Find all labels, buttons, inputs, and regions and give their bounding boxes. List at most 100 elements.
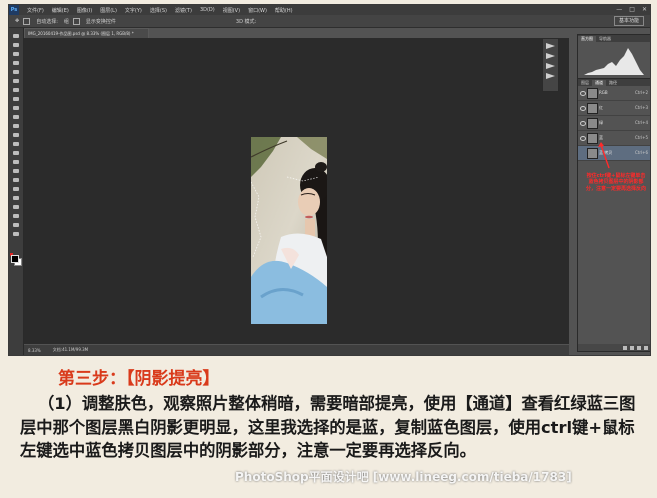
brush-tool-icon[interactable] <box>12 96 20 102</box>
move-tool-icon[interactable] <box>12 33 20 39</box>
save-selection-icon[interactable] <box>630 345 634 350</box>
menu-edit[interactable]: 编辑(E) <box>52 7 69 14</box>
canvas-area[interactable] <box>24 38 569 344</box>
menu-help[interactable]: 帮助(H) <box>275 7 293 14</box>
eraser-tool-icon[interactable] <box>12 123 20 129</box>
marquee-tool-icon[interactable] <box>12 42 20 48</box>
maximize-button[interactable]: □ <box>629 6 635 13</box>
menu-bar: Ps 文件(F) 编辑(E) 图像(I) 图层(L) 文字(Y) 选择(S) 滤… <box>9 5 650 15</box>
close-button[interactable]: ✕ <box>642 6 647 13</box>
foreground-color-swatch[interactable] <box>11 255 19 263</box>
extra-tool-icon[interactable] <box>12 222 20 228</box>
options-bar: ✥ 自动选择: 组 显示变换控件 3D 模式: 基本功能 <box>9 15 650 28</box>
auto-select-checkbox[interactable] <box>23 17 31 25</box>
tab-channels[interactable]: 通道 <box>592 79 606 86</box>
channel-row-blue[interactable]: 蓝 Ctrl+5 <box>578 131 650 146</box>
menu-filter[interactable]: 滤镜(T) <box>175 7 192 14</box>
crop-tool-icon[interactable] <box>12 69 20 75</box>
channel-row-red[interactable]: 红 Ctrl+3 <box>578 101 650 116</box>
blur-tool-icon[interactable] <box>12 141 20 147</box>
red-annotation: 按住ctrl键+鼠标左键单击蓝色拷贝图层中的阴影部分，注意一定要再选择反向 <box>585 173 646 192</box>
portrait-photo <box>251 137 327 324</box>
tab-layers[interactable]: 图层 <box>578 80 592 86</box>
tab-navigator[interactable]: 导航器 <box>596 36 614 42</box>
mode-3d-label: 3D 模式: <box>235 18 257 25</box>
menu-type[interactable]: 文字(Y) <box>125 7 142 14</box>
channel-thumbnail <box>587 88 598 99</box>
healing-tool-icon[interactable] <box>12 87 20 93</box>
auto-select-dropdown[interactable]: 组 <box>64 18 69 25</box>
document-size: 文档:41.1M/99.3M <box>52 347 89 352</box>
visibility-eye-icon[interactable] <box>580 91 586 96</box>
status-bar: 8.33% 文档:41.1M/99.3M <box>24 345 569 355</box>
ps-logo: Ps <box>9 5 19 15</box>
history-panel-icon[interactable] <box>546 43 555 49</box>
play-action-icon[interactable] <box>546 73 555 79</box>
histogram-panel: 直方图 导航器 <box>577 34 650 80</box>
histogram-tabs: 直方图 导航器 <box>578 35 650 42</box>
edit-toolbar-icon[interactable] <box>12 213 20 219</box>
quick-select-tool-icon[interactable] <box>12 60 20 66</box>
load-selection-icon[interactable] <box>623 345 627 350</box>
new-channel-icon[interactable] <box>637 345 641 350</box>
lasso-tool-icon[interactable] <box>12 51 20 57</box>
info-panel-icon[interactable] <box>546 63 555 69</box>
document-tab[interactable]: IMG_20160419-作品图.psd @ 8.33% (图层 1, RGB/… <box>24 28 149 38</box>
gradient-tool-icon[interactable] <box>12 132 20 138</box>
hand-tool-icon[interactable] <box>12 195 20 201</box>
dodge-tool-icon[interactable] <box>12 150 20 156</box>
move-tool-icon[interactable]: ✥ <box>15 18 19 24</box>
workspace-button[interactable]: 基本功能 <box>613 16 644 26</box>
channel-shortcut: Ctrl+4 <box>634 120 648 125</box>
visibility-eye-icon[interactable] <box>580 106 586 111</box>
watermark: PhotoShop平面设计吧 [www.lineeg.com/tieba/178… <box>235 470 572 484</box>
delete-channel-icon[interactable] <box>644 345 648 350</box>
menu-image[interactable]: 图像(I) <box>77 7 92 14</box>
path-select-tool-icon[interactable] <box>12 177 20 183</box>
visibility-eye-icon[interactable] <box>580 121 586 126</box>
menu-view[interactable]: 视图(V) <box>223 7 240 14</box>
history-brush-tool-icon[interactable] <box>12 114 20 120</box>
channels-panel: 图层 通道 路径 RGB Ctrl+2 红 Ctrl+3 绿 Ctrl+4 蓝 … <box>577 78 650 352</box>
annotation-arrow <box>598 142 610 169</box>
stamp-tool-icon[interactable] <box>12 105 20 111</box>
channel-name: 红 <box>599 105 603 110</box>
visibility-eye-icon[interactable] <box>580 136 586 141</box>
panel-dock <box>542 38 559 92</box>
tab-histogram[interactable]: 直方图 <box>578 35 596 42</box>
channel-thumbnail <box>587 103 598 114</box>
channel-name: 绿 <box>599 120 603 125</box>
window-controls: — □ ✕ <box>616 6 647 13</box>
tutorial-text: 第三步：【阴影提亮】 （1）调整肤色，观察照片整体稍暗，需要暗部提亮，使用【通道… <box>20 368 645 463</box>
tab-paths[interactable]: 路径 <box>606 80 620 86</box>
channel-shortcut: Ctrl+5 <box>634 135 648 140</box>
histogram-graph <box>584 48 644 75</box>
show-transform-checkbox[interactable] <box>72 17 80 25</box>
channel-shortcut: Ctrl+3 <box>634 105 648 110</box>
type-tool-icon[interactable] <box>12 168 20 174</box>
minimize-button[interactable]: — <box>616 6 622 13</box>
auto-select-label: 自动选择: <box>36 18 58 25</box>
channel-row-green[interactable]: 绿 Ctrl+4 <box>578 116 650 131</box>
eyedropper-tool-icon[interactable] <box>12 78 20 84</box>
zoom-tool-icon[interactable] <box>12 204 20 210</box>
visibility-eye-icon[interactable] <box>580 151 586 156</box>
menu-select[interactable]: 选择(S) <box>150 7 167 14</box>
step-title: 第三步：【阴影提亮】 <box>58 369 220 389</box>
pen-tool-icon[interactable] <box>12 159 20 165</box>
shape-tool-icon[interactable] <box>12 186 20 192</box>
menu-3d[interactable]: 3D(D) <box>200 7 215 13</box>
step-body: （1）调整肤色，观察照片整体稍暗，需要暗部提亮，使用【通道】查看红绿蓝三图层中那… <box>20 394 636 460</box>
channel-row-blue-copy[interactable]: 蓝 拷贝 Ctrl+6 <box>578 146 650 161</box>
channel-row-rgb[interactable]: RGB Ctrl+2 <box>578 86 650 101</box>
photoshop-screenshot: Ps 文件(F) 编辑(E) 图像(I) 图层(L) 文字(Y) 选择(S) 滤… <box>8 4 651 356</box>
channel-name: RGB <box>599 90 608 95</box>
menu-layer[interactable]: 图层(L) <box>100 7 117 14</box>
zoom-level[interactable]: 8.33% <box>28 348 41 353</box>
channel-shortcut: Ctrl+2 <box>634 90 648 95</box>
properties-panel-icon[interactable] <box>546 53 555 59</box>
menu-file[interactable]: 文件(F) <box>27 7 44 14</box>
show-transform-label: 显示变换控件 <box>85 18 116 25</box>
extra-tool-icon-2[interactable] <box>12 231 20 237</box>
menu-window[interactable]: 窗口(W) <box>248 7 267 14</box>
